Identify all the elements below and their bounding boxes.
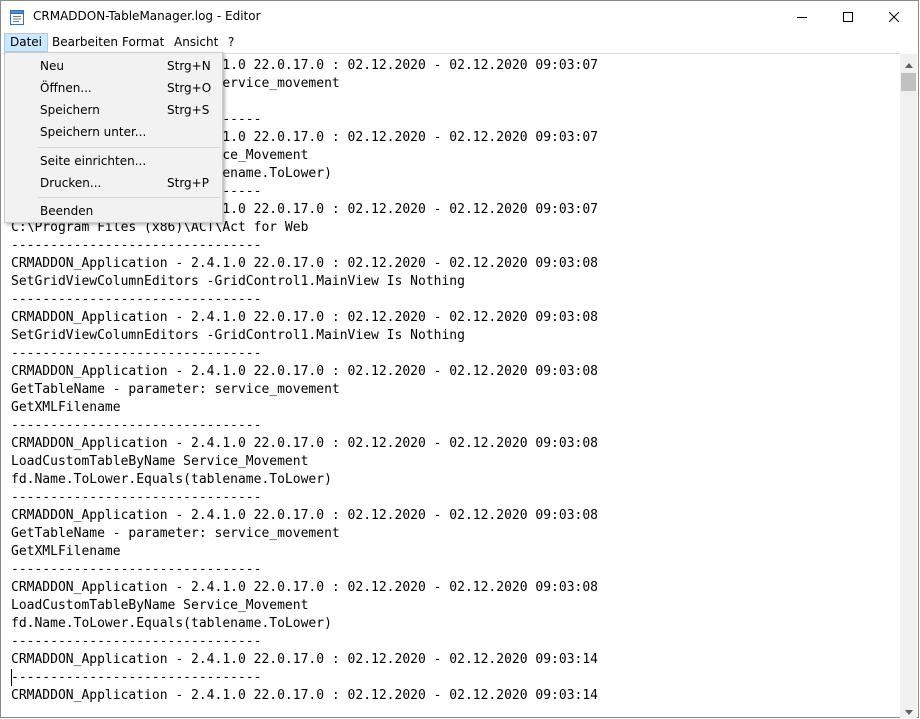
text-line: SetGridViewColumnEditors -GridControl1.M… [11,274,465,289]
minimize-button[interactable] [779,1,825,32]
menu-separator [38,197,220,198]
text-line: -------------------------------- [11,346,262,361]
text-line: SetGridViewColumnEditors -GridControl1.M… [11,328,465,343]
menu-item-label: Neu [40,59,64,73]
menu-item-shortcut: Strg+N [167,59,211,73]
menu-format[interactable]: Format [116,33,170,52]
menu-item-seite-einrichten[interactable]: Seite einrichten... [7,150,220,172]
menu-item-oeffnen[interactable]: Öffnen... Strg+O [7,77,220,99]
scroll-down-button[interactable] [900,701,917,718]
text-line: -------------------------------- [11,562,262,577]
menu-item-speichern-unter[interactable]: Speichern unter... [7,121,220,143]
text-line: LoadCustomTableByName Service_Movement [11,454,309,469]
menu-item-label: Beenden [40,204,94,218]
text-line: -------------------------------- [11,418,262,433]
title-bar[interactable]: CRMADDON-TableManager.log - Editor [1,1,918,32]
text-line: CRMADDON_Application - 2.4.1.0 22.0.17.0… [11,580,598,595]
vertical-scrollbar[interactable] [900,54,917,718]
scrollbar-thumb[interactable] [901,73,916,91]
text-line: CRMADDON_Application - 2.4.1.0 22.0.17.0… [11,652,598,667]
text-line: GetXMLFilename [11,544,121,559]
text-line: GetXMLFilename [11,400,121,415]
text-line: CRMADDON_Application - 2.4.1.0 22.0.17.0… [11,688,598,703]
menu-help[interactable]: ? [222,33,240,52]
close-icon [888,7,900,26]
scroll-up-arrow-icon [904,53,913,72]
text-line: LoadCustomTableByName Service_Movement [11,598,309,613]
text-line: CRMADDON_Application - 2.4.1.0 22.0.17.0… [11,310,598,325]
menu-item-shortcut: Strg+P [167,176,209,190]
text-line: GetTableName - parameter: service_moveme… [11,382,340,397]
text-line: fd.Name.ToLower.Equals(tablename.ToLower… [11,472,332,487]
maximize-button[interactable] [825,1,871,32]
menu-ansicht[interactable]: Ansicht [168,33,224,52]
text-line: -------------------------------- [11,490,262,505]
menu-item-beenden[interactable]: Beenden [7,200,220,222]
maximize-icon [843,7,853,26]
scroll-down-arrow-icon [904,700,913,719]
menu-bearbeiten[interactable]: Bearbeiten [46,33,124,52]
notepad-app-icon [10,9,24,25]
menu-item-label: Speichern unter... [40,125,147,139]
file-menu-dropdown: Neu Strg+N Öffnen... Strg+O Speichern St… [4,52,223,223]
text-line: CRMADDON_Application - 2.4.1.0 22.0.17.0… [11,256,598,271]
text-line: CRMADDON_Application - 2.4.1.0 22.0.17.0… [11,364,598,379]
text-caret [11,669,12,686]
menu-item-drucken[interactable]: Drucken... Strg+P [7,172,220,194]
menu-item-label: Drucken... [40,176,102,190]
text-line: -------------------------------- [11,634,262,649]
minimize-icon [797,7,807,26]
menu-separator [38,147,220,148]
menu-datei[interactable]: Datei [4,33,49,52]
text-line: -------------------------------- [11,292,262,307]
menu-item-shortcut: Strg+O [167,81,212,95]
notepad-window: CRMADDON-TableManager.log - Editor Datei… [0,0,919,718]
text-line: -------------------------------- [11,670,262,685]
menu-item-label: Seite einrichten... [40,154,147,168]
menu-item-label: Öffnen... [40,81,92,95]
text-line: -------------------------------- [11,238,262,253]
text-line: CRMADDON_Application - 2.4.1.0 22.0.17.0… [11,436,598,451]
scroll-up-button[interactable] [900,54,917,71]
text-line: fd.Name.ToLower.Equals(tablename.ToLower… [11,616,332,631]
menu-item-speichern[interactable]: Speichern Strg+S [7,99,220,121]
menu-item-shortcut: Strg+S [167,103,210,117]
menu-item-neu[interactable]: Neu Strg+N [7,55,220,77]
close-button[interactable] [871,1,917,32]
window-title: CRMADDON-TableManager.log - Editor [33,9,261,23]
text-line: GetTableName - parameter: service_moveme… [11,526,340,541]
menu-bar: Datei Bearbeiten Format Ansicht ? [1,32,918,53]
text-line: CRMADDON_Application - 2.4.1.0 22.0.17.0… [11,508,598,523]
menu-item-label: Speichern [40,103,100,117]
